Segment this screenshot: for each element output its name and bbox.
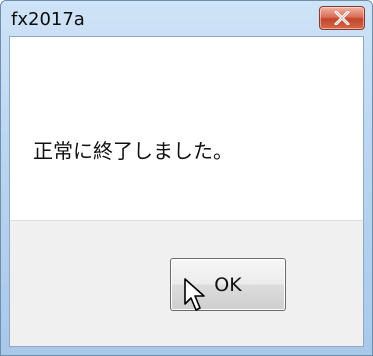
close-button[interactable] [319,6,365,30]
window-title: fx2017a [11,9,85,30]
dialog-body: 正常に終了しました。 OK [9,36,364,347]
title-bar[interactable]: fx2017a [1,1,372,37]
close-icon [334,11,350,25]
button-bar: OK [10,220,363,346]
dialog-window: fx2017a 正常に終了しました。 OK [0,0,373,356]
message-text: 正常に終了しました。 [33,139,233,163]
ok-button[interactable]: OK [170,258,286,311]
